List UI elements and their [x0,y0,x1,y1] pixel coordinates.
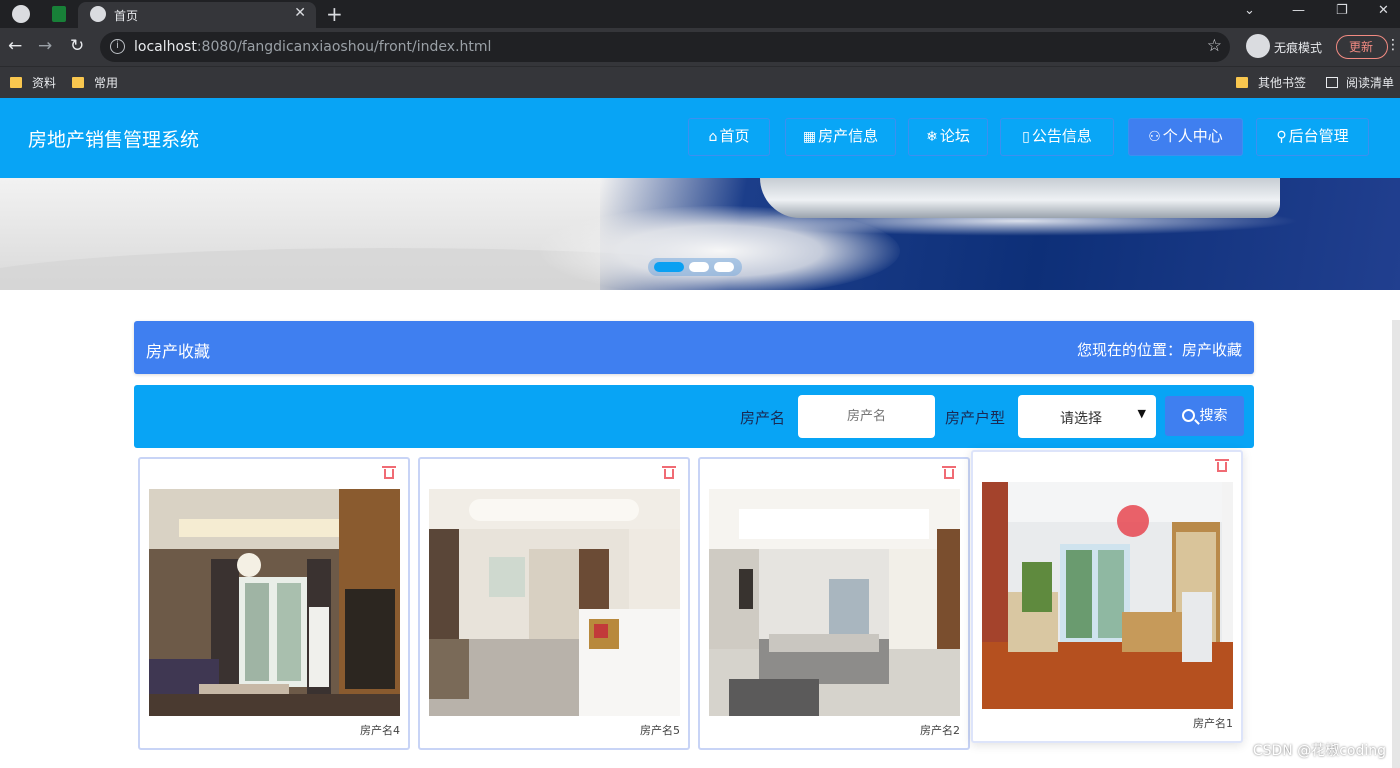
carousel-dot-3[interactable] [714,262,734,272]
site-title: 房地产销售管理系统 [28,129,200,151]
home-icon: ⌂ [708,129,718,145]
other-bookmarks[interactable]: 其他书签 [1236,74,1306,91]
trash-icon[interactable] [1215,458,1229,472]
nav-home[interactable]: ⌂ 首页 [688,118,770,156]
info-icon[interactable]: i [110,39,125,54]
nav-announcements[interactable]: ▯ 公告信息 [1000,118,1114,156]
reading-list-icon [1326,77,1338,88]
living-room-image [982,482,1233,709]
property-photo[interactable] [429,489,680,716]
section-title-bar: 房产收藏 您现在的位置：房产收藏 [134,321,1254,374]
browser-menu-icon[interactable]: ⋮ [1386,37,1400,53]
update-button[interactable]: 更新 [1336,35,1388,59]
bookmark-star-icon[interactable]: ☆ [1207,36,1222,56]
banner-boat-image [760,178,1280,218]
tab-homepage[interactable]: 首页 ✕ [78,2,316,28]
bookmarks-bar: 资料 常用 其他书签 阅读清单 [0,66,1400,98]
chevron-down-icon: ▼ [1137,407,1146,420]
new-tab-icon[interactable]: + [326,2,343,26]
living-room-image [149,489,400,716]
link-icon: ⚲ [1276,129,1287,145]
property-name: 房产名5 [640,724,680,737]
folder-icon [1236,77,1248,88]
bookmark-folder-changyong[interactable]: 常用 [72,74,118,91]
back-icon[interactable]: ← [8,36,22,56]
notice-icon: ▯ [1022,129,1030,145]
property-photo[interactable] [149,489,400,716]
globe-icon[interactable] [12,5,30,23]
property-photo[interactable] [982,482,1233,709]
tab-search-chevron-icon[interactable]: ⌄ [1244,3,1255,18]
property-type-select[interactable]: 请选择 ▼ [1018,395,1156,438]
tab-title: 首页 [114,9,139,23]
property-type-label: 房产户型 [945,409,1006,427]
search-bar: 房产名 房产户型 请选择 ▼ 搜索 [134,385,1254,448]
cursor-highlight [1117,505,1149,537]
restore-icon[interactable]: ❐ [1336,3,1348,18]
nav-admin[interactable]: ⚲ 后台管理 [1256,118,1369,156]
living-room-image [709,489,960,716]
minimize-icon[interactable]: — [1292,3,1305,18]
trash-icon[interactable] [942,465,956,479]
property-name-input[interactable] [798,395,935,438]
nav-property-info[interactable]: ▦ 房产信息 [785,118,896,156]
reload-icon[interactable]: ↻ [70,36,84,56]
window-close-icon[interactable]: ✕ [1378,3,1389,18]
snowflake-icon: ❄ [926,129,938,145]
sheets-tab-icon[interactable] [52,6,66,22]
section-title: 房产收藏 [146,342,211,361]
close-tab-icon[interactable]: ✕ [294,5,306,21]
property-name: 房产名1 [1193,717,1233,730]
globe-icon [90,6,106,22]
address-bar[interactable]: i localhost:8080/fangdicanxiaoshou/front… [100,32,1230,62]
folder-icon [10,77,22,88]
carousel-dot-1[interactable] [654,262,684,272]
banner-carousel[interactable] [0,178,1400,290]
breadcrumb: 您现在的位置：房产收藏 [1076,341,1242,359]
property-name-label: 房产名 [740,409,786,427]
property-name: 房产名4 [360,724,400,737]
favorite-card[interactable]: 房产名5 [418,457,690,750]
favorite-card[interactable]: 房产名2 [698,457,970,750]
property-photo[interactable] [709,489,960,716]
search-button[interactable]: 搜索 [1165,396,1244,436]
folder-icon [72,77,84,88]
carousel-dot-2[interactable] [689,262,709,272]
incognito-label[interactable]: 无痕模式 [1274,39,1322,56]
trash-icon[interactable] [382,465,396,479]
site-header: 房地产销售管理系统 ⌂ 首页 ▦ 房产信息 ❄ 论坛 ▯ 公告信息 ⚇ 个人中心 ⚲ 后台管… [0,98,1400,178]
search-icon [1181,409,1195,422]
url-text[interactable]: localhost:8080/fangdicanxiaoshou/front/i… [134,39,491,55]
reading-list[interactable]: 阅读清单 [1326,74,1394,91]
carousel-indicators [648,258,742,276]
trash-icon[interactable] [662,465,676,479]
browser-toolbar: ← → ↻ i localhost:8080/fangdicanxiaoshou… [0,28,1400,66]
page-scrollbar[interactable] [1392,320,1400,768]
favorite-card[interactable]: 房产名1 [971,450,1243,743]
user-icon: ⚇ [1148,129,1161,145]
forward-icon[interactable]: → [38,36,52,56]
bookmark-folder-ziliao[interactable]: 资料 [10,74,56,91]
favorite-card[interactable]: 房产名4 [138,457,410,750]
incognito-icon[interactable] [1246,34,1270,58]
nav-personal-center[interactable]: ⚇ 个人中心 [1128,118,1243,156]
browser-tab-bar: 首页 ✕ + ⌄ — ❐ ✕ [0,0,1400,28]
living-room-image [429,489,680,716]
property-name: 房产名2 [920,724,960,737]
watermark: CSDN @花椒coding [1252,743,1386,759]
nav-forum[interactable]: ❄ 论坛 [908,118,988,156]
grid-icon: ▦ [802,129,817,145]
